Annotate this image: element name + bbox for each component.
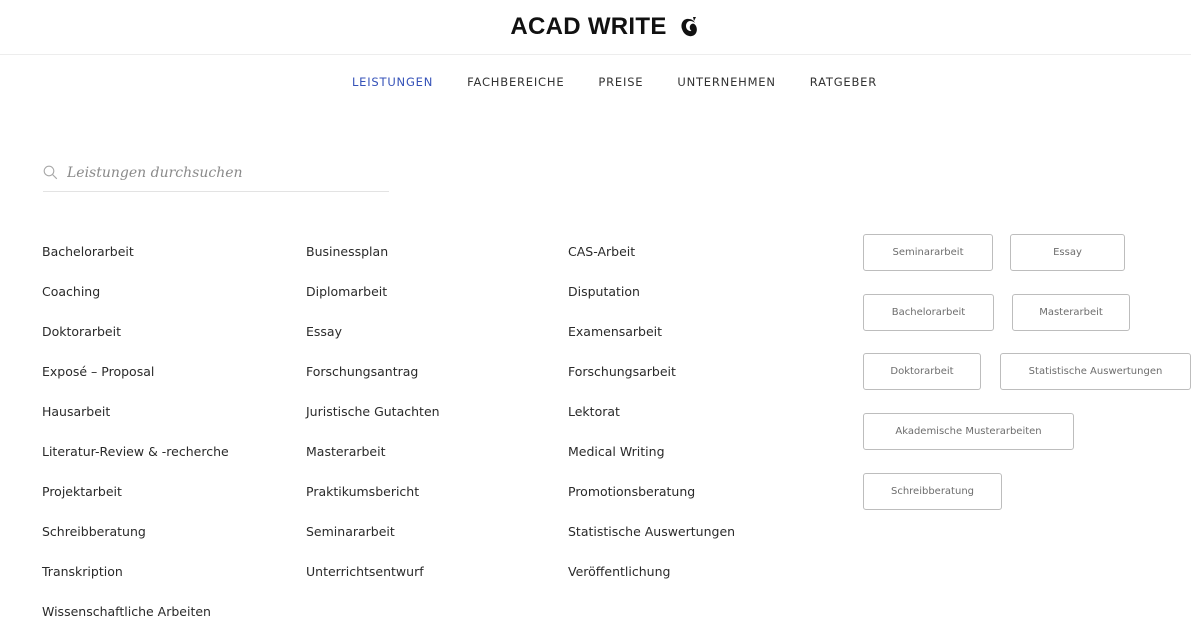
logo[interactable]: ACAD WRITE: [510, 13, 698, 41]
site-header: ACAD WRITE: [0, 0, 1191, 55]
service-link[interactable]: Masterarbeit: [306, 444, 440, 484]
service-link[interactable]: Projektarbeit: [42, 484, 229, 524]
service-link[interactable]: Disputation: [568, 284, 735, 324]
service-link[interactable]: Forschungsarbeit: [568, 364, 735, 404]
service-link[interactable]: Essay: [306, 324, 440, 364]
services-column-1: Bachelorarbeit Coaching Doktorarbeit Exp…: [42, 244, 229, 626]
tag-akademische-musterarbeiten[interactable]: Akademische Musterarbeiten: [863, 413, 1074, 450]
service-link[interactable]: Diplomarbeit: [306, 284, 440, 324]
logo-mark-icon: [679, 16, 699, 38]
search-input[interactable]: [67, 164, 367, 187]
service-link[interactable]: Praktikumsbericht: [306, 484, 440, 524]
service-link[interactable]: Veröffentlichung: [568, 564, 735, 604]
nav-preise[interactable]: PREISE: [598, 75, 643, 89]
service-link[interactable]: Literatur-Review & -recherche: [42, 444, 229, 484]
nav-fachbereiche[interactable]: FACHBEREICHE: [467, 75, 564, 89]
tag-masterarbeit[interactable]: Masterarbeit: [1012, 294, 1130, 331]
service-search: [43, 160, 389, 192]
service-link[interactable]: Statistische Auswertungen: [568, 524, 735, 564]
service-link[interactable]: Schreibberatung: [42, 524, 229, 564]
tag-bachelorarbeit[interactable]: Bachelorarbeit: [863, 294, 994, 331]
service-link[interactable]: Wissenschaftliche Arbeiten: [42, 604, 229, 626]
tag-seminararbeit[interactable]: Seminararbeit: [863, 234, 993, 271]
services-column-2: Businessplan Diplomarbeit Essay Forschun…: [306, 244, 440, 604]
nav-ratgeber[interactable]: RATGEBER: [810, 75, 877, 89]
nav-leistungen[interactable]: LEISTUNGEN: [352, 75, 433, 89]
service-link[interactable]: Examensarbeit: [568, 324, 735, 364]
service-link[interactable]: Exposé – Proposal: [42, 364, 229, 404]
tag-doktorarbeit[interactable]: Doktorarbeit: [863, 353, 981, 390]
service-link[interactable]: CAS-Arbeit: [568, 244, 735, 284]
main-nav: LEISTUNGEN FACHBEREICHE PREISE UNTERNEHM…: [0, 75, 1191, 89]
service-link[interactable]: Medical Writing: [568, 444, 735, 484]
tag-statistische-auswertungen[interactable]: Statistische Auswertungen: [1000, 353, 1191, 390]
service-link[interactable]: Unterrichtsentwurf: [306, 564, 440, 604]
nav-unternehmen[interactable]: UNTERNEHMEN: [677, 75, 775, 89]
tag-schreibberatung[interactable]: Schreibberatung: [863, 473, 1002, 510]
search-icon[interactable]: [43, 165, 58, 180]
logo-text: ACAD WRITE: [510, 13, 667, 40]
service-link[interactable]: Hausarbeit: [42, 404, 229, 444]
service-link[interactable]: Coaching: [42, 284, 229, 324]
service-link[interactable]: Doktorarbeit: [42, 324, 229, 364]
service-link[interactable]: Bachelorarbeit: [42, 244, 229, 284]
service-link[interactable]: Promotionsberatung: [568, 484, 735, 524]
service-link[interactable]: Lektorat: [568, 404, 735, 444]
service-link[interactable]: Juristische Gutachten: [306, 404, 440, 444]
services-column-3: CAS-Arbeit Disputation Examensarbeit For…: [568, 244, 735, 604]
service-link[interactable]: Transkription: [42, 564, 229, 604]
service-link[interactable]: Businessplan: [306, 244, 440, 284]
service-link[interactable]: Seminararbeit: [306, 524, 440, 564]
tag-essay[interactable]: Essay: [1010, 234, 1125, 271]
service-link[interactable]: Forschungsantrag: [306, 364, 440, 404]
